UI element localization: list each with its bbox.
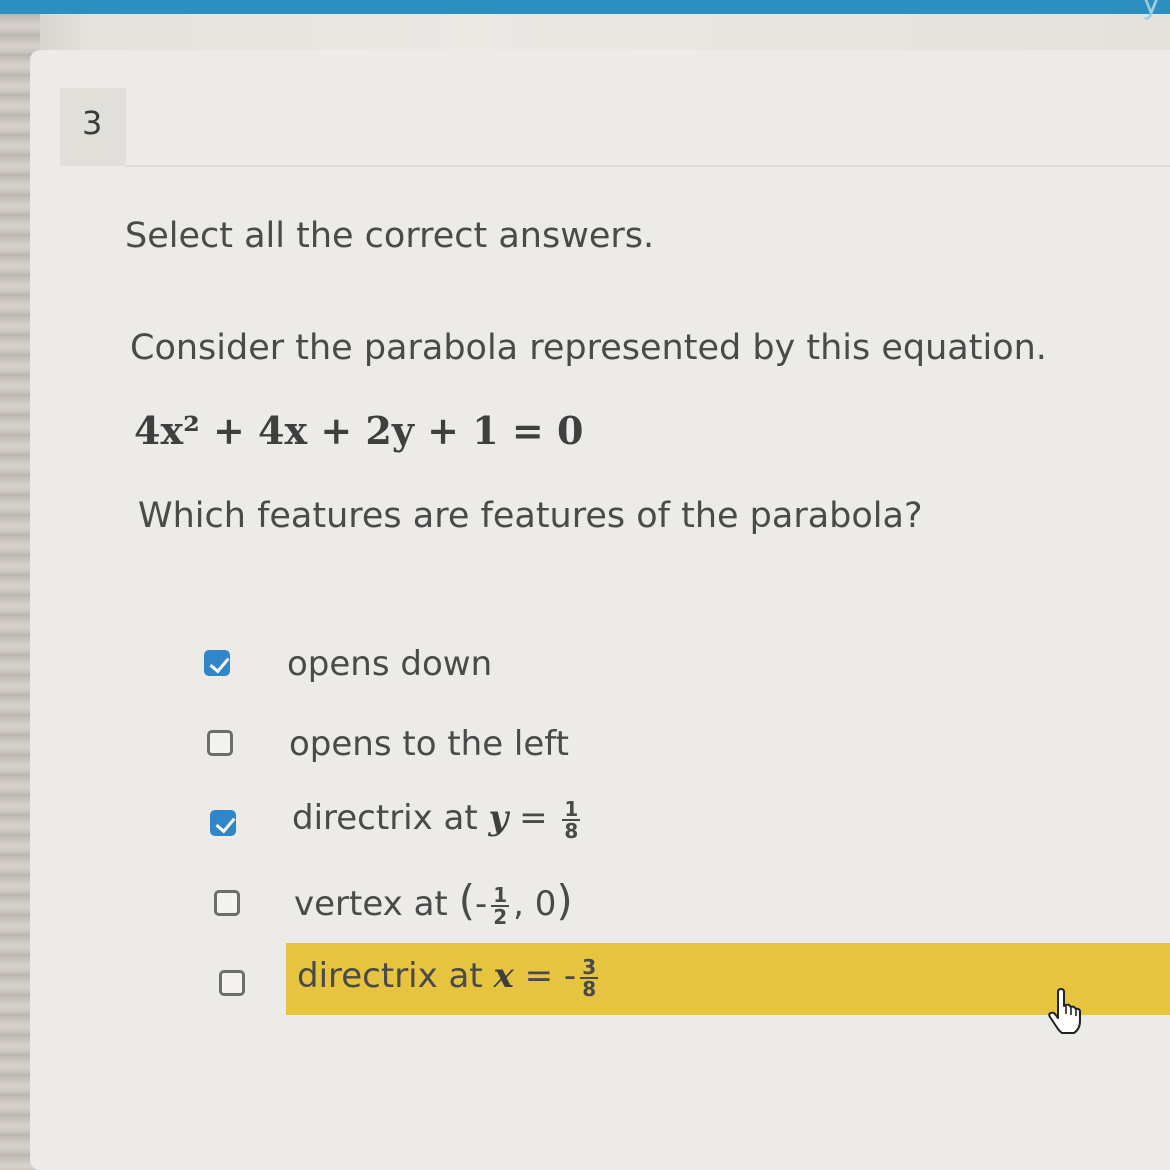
fraction-numerator: 1 <box>562 796 581 821</box>
sign: - <box>563 956 577 996</box>
checkmark-icon <box>215 812 236 834</box>
fraction: 18 <box>562 796 581 843</box>
question-text: Which features are features of the parab… <box>138 496 923 536</box>
option-text: vertex at <box>294 884 459 924</box>
option-text: directrix at <box>292 798 489 838</box>
open-paren: ( <box>458 876 475 925</box>
option-label-vertex[interactable]: vertex at (- 1 2, 0) <box>294 876 573 927</box>
header-partial-title: y <box>1142 0 1160 21</box>
option-label-directrix-x[interactable]: directrix at x = -38 <box>297 956 602 999</box>
option-label-opens-left[interactable]: opens to the left <box>289 724 569 764</box>
option-label-opens-down[interactable]: opens down <box>287 644 492 684</box>
question-divider <box>126 165 1170 167</box>
equation: 4x² + 4x + 2y + 1 = 0 <box>134 408 584 453</box>
fraction-denominator: 8 <box>564 818 579 843</box>
prompt-text: Consider the parabola represented by thi… <box>130 328 1047 368</box>
fraction-numerator: 1 <box>491 882 510 907</box>
checkmark-icon <box>209 652 230 674</box>
question-number: 3 <box>82 104 103 142</box>
checkbox-opens-down[interactable] <box>204 650 230 676</box>
fraction-numerator: 3 <box>580 954 599 979</box>
option-label-directrix-y[interactable]: directrix at y = 18 <box>292 798 584 841</box>
fraction: 12 <box>491 882 510 929</box>
close-paren: ) <box>556 876 573 925</box>
sign: - <box>474 884 488 924</box>
equals-sign: = <box>513 956 564 996</box>
checkbox-directrix-y[interactable] <box>210 810 236 836</box>
checkbox-vertex[interactable] <box>214 890 240 916</box>
fraction: 38 <box>580 954 599 1001</box>
fraction-denominator: 2 <box>493 904 508 929</box>
checkbox-opens-left[interactable] <box>207 730 233 756</box>
hand-cursor-icon <box>1048 988 1081 1034</box>
equals-sign: = <box>508 798 559 838</box>
vertex-suffix: , 0 <box>513 884 557 924</box>
option-text: directrix at <box>297 956 494 996</box>
top-bar: y <box>0 0 1170 21</box>
fraction-denominator: 8 <box>582 976 597 1001</box>
checkbox-directrix-x[interactable] <box>219 970 245 996</box>
math-variable: x <box>493 956 514 996</box>
screen: y 3 Select all the correct answers. Cons… <box>0 0 1170 1170</box>
math-variable: y <box>488 798 509 838</box>
instructions-text: Select all the correct answers. <box>125 216 655 256</box>
